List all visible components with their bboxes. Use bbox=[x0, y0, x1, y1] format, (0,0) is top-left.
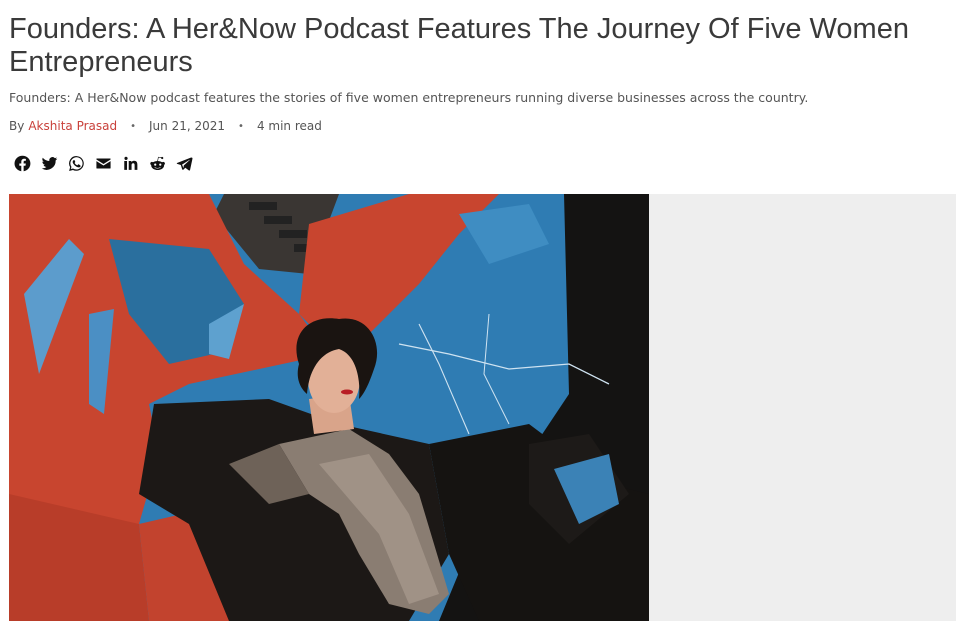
facebook-icon[interactable] bbox=[13, 154, 31, 172]
read-time: 4 min read bbox=[256, 119, 322, 133]
article-hero-image bbox=[9, 194, 649, 621]
sidebar-ad-placeholder bbox=[649, 194, 956, 621]
twitter-icon[interactable] bbox=[40, 154, 58, 172]
reddit-icon[interactable] bbox=[148, 154, 166, 172]
telegram-icon[interactable] bbox=[175, 154, 193, 172]
meta-separator: • bbox=[130, 120, 137, 132]
whatsapp-icon[interactable] bbox=[67, 154, 85, 172]
author-link[interactable]: Akshita Prasad bbox=[28, 119, 117, 133]
hero-photo bbox=[9, 194, 649, 621]
email-icon[interactable] bbox=[94, 154, 112, 172]
meta-separator: • bbox=[238, 120, 244, 132]
linkedin-icon[interactable] bbox=[121, 154, 139, 172]
by-label: By bbox=[9, 119, 25, 133]
share-bar bbox=[13, 154, 193, 172]
article-subtitle: Founders: A Her&Now podcast features the… bbox=[9, 90, 809, 105]
article-title: Founders: A Her&Now Podcast Features The… bbox=[9, 13, 909, 78]
publish-date: Jun 21, 2021 bbox=[149, 119, 226, 133]
article-meta: By Akshita Prasad • Jun 21, 2021 • 4 min… bbox=[9, 119, 322, 133]
